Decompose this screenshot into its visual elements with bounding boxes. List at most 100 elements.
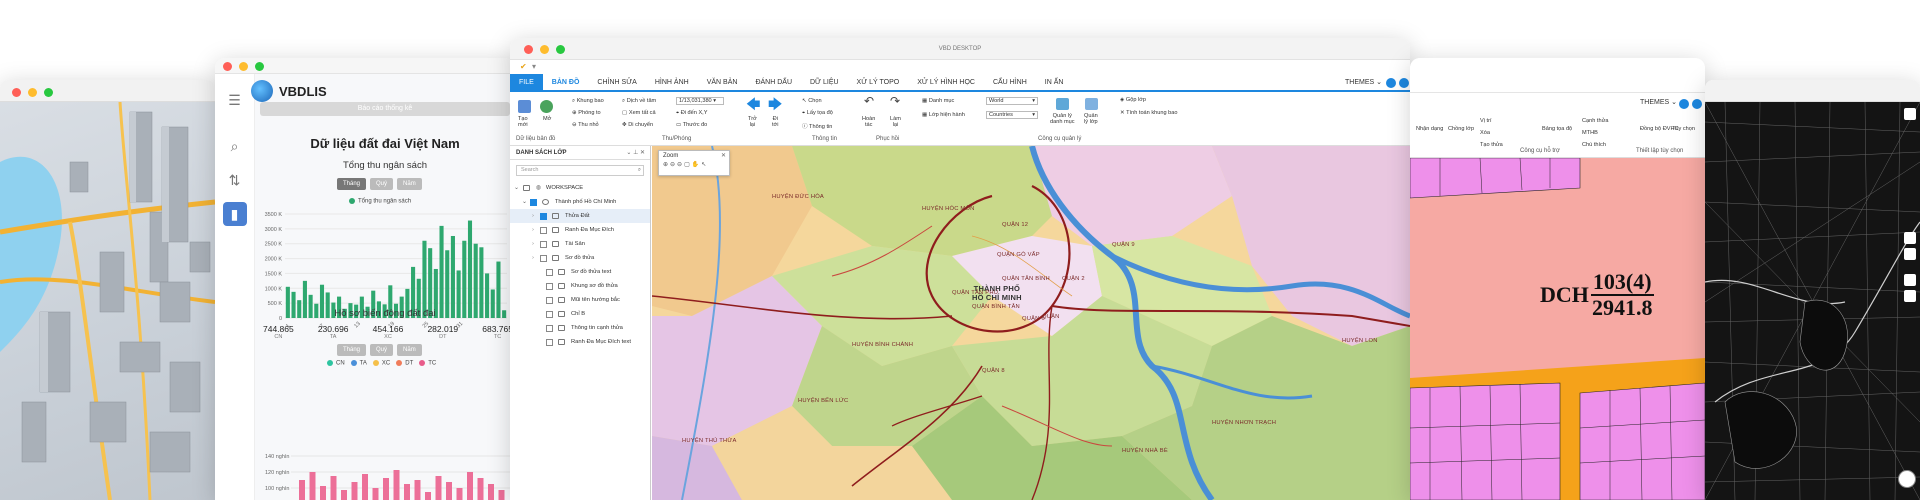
parcel-tool-button[interactable]: Vị trí [1480,118,1492,124]
new-map-icon[interactable] [518,100,531,113]
menu-tab[interactable]: BẢN ĐỒ [543,74,589,90]
current-layer-select[interactable]: Countries ▾ [986,111,1038,119]
pan-button[interactable]: ✥ Di chuyển [622,122,653,128]
changes-bar[interactable] [467,472,473,500]
cadastral-map[interactable]: DCH 103(4) 2941.8 [1410,158,1705,500]
layer-checkbox[interactable] [540,226,547,234]
legend-entry[interactable]: TA [350,360,367,367]
menu-tab[interactable]: CẤU HÌNH [984,74,1036,90]
merge-layer-button[interactable]: ◈ Gộp lớp [1120,97,1146,103]
legend-entry[interactable]: DT [396,360,413,367]
sort-icon[interactable]: ⇅ [223,168,247,192]
changes-bar[interactable] [477,478,484,500]
layer-checkbox[interactable] [540,212,547,220]
back-arrow-icon[interactable]: 🡄 [746,94,760,118]
expand-icon[interactable]: › [532,241,538,247]
changes-bar[interactable] [425,492,431,500]
layer-item[interactable]: Thông tin cạnh thửa [510,321,650,335]
menu-tab[interactable]: ĐÁNH DẤU [746,74,801,90]
tree-city[interactable]: ⌄ Thành phố Hồ Chí Minh [510,195,650,209]
changes-bar[interactable] [372,488,379,500]
legend-entry[interactable]: TC [419,360,436,367]
info-button[interactable]: ⓘ Thông tin [802,122,832,130]
expand-icon[interactable]: › [532,255,538,261]
qat-dropdown-icon[interactable]: ▾ [532,62,536,71]
layer-item[interactable]: › Tài Sản [510,237,650,251]
menu-tab[interactable]: FILE [510,74,543,90]
changes-bar[interactable] [362,474,368,500]
tab-quarter[interactable]: Quý [370,344,394,356]
maximize-button[interactable] [255,62,264,71]
parcel-tool-button[interactable]: Tạo thửa [1480,142,1503,148]
revenue-bar[interactable] [467,220,473,318]
menu-tab[interactable]: XỬ LÝ HÌNH HỌC [908,74,984,90]
city-3d-view[interactable] [0,102,215,500]
parcel-tool-button[interactable]: Xóa [1480,130,1490,136]
changes-bar[interactable] [414,480,421,500]
changes-bar[interactable] [309,472,316,500]
zoom-out-button[interactable] [1904,248,1916,260]
open-button[interactable]: Mở [543,116,551,122]
category-select[interactable]: World ▾ [986,97,1038,105]
minimize-button[interactable] [540,45,549,54]
changes-bar[interactable] [488,484,494,500]
parcel-tool-button[interactable]: Chú thích [1582,142,1606,148]
help-icon[interactable] [1386,78,1396,88]
changes-bar[interactable] [498,490,505,500]
layer-item[interactable]: Chỉ B [510,307,650,321]
zoom-widget[interactable]: Zoom ✕ ⊕⊖⊖▢✋↖ [658,150,730,176]
report-button[interactable]: Báo cáo thống kê [260,102,510,116]
themes-menu[interactable]: THEMES ⌄ [1640,98,1677,106]
layer-checkbox[interactable] [546,282,553,290]
changes-bar[interactable] [404,484,410,500]
legend-entry[interactable]: CN [327,360,345,367]
parcel-tool-button[interactable]: Tùy chọn [1672,126,1695,132]
minimize-button[interactable] [239,62,248,71]
expand-icon[interactable]: › [532,227,538,233]
layer-checkbox[interactable] [529,198,537,206]
layer-checkbox[interactable] [546,324,553,332]
revenue-bar[interactable] [450,235,455,318]
revenue-bar[interactable] [422,240,427,318]
layer-item[interactable]: › Thửa Đất [510,209,650,223]
changes-bar[interactable] [351,482,358,500]
new-button[interactable]: Tạo mới [518,116,528,128]
layer-item[interactable]: Khung sơ đồ thửa [510,279,650,293]
forward-button[interactable]: Đi tới [772,116,778,128]
manage-layer-button[interactable]: Quản lý lớp [1084,113,1098,125]
layer-item[interactable]: Mũi tên hướng bắc [510,293,650,307]
layer-checkbox[interactable] [546,310,553,318]
parcel-tool-button[interactable]: Nhận dạng [1416,126,1443,132]
fullscreen-button[interactable] [1904,274,1916,286]
ruler-button[interactable]: ▭ Thước đo [676,122,707,128]
menu-tab[interactable]: HÌNH ẢNH [646,74,698,90]
close-button[interactable] [223,62,232,71]
layer-checkbox[interactable] [540,240,547,248]
changes-bar[interactable] [383,478,389,500]
close-icon[interactable]: ✕ [721,152,726,159]
back-button[interactable]: Trở lại [748,116,757,128]
scale-select[interactable]: 1/13,031,380 ▾ [676,97,724,105]
tab-year[interactable]: Năm [397,178,422,190]
layer-checkbox[interactable] [546,338,553,346]
chart-icon[interactable]: ▮ [222,202,247,226]
goto-xy-button[interactable]: ⌖ Đi đến X,Y [676,110,707,117]
changes-bar[interactable] [435,476,442,500]
menu-tab[interactable]: VĂN BẢN [698,74,747,90]
map-canvas[interactable]: Zoom ✕ ⊕⊖⊖▢✋↖ THÀNH PHỐ HỒ CHÍ MINH HUYỆ… [652,146,1410,500]
revenue-bar[interactable] [439,225,444,318]
parcel-tool-button[interactable]: Bảng tọa độ [1542,126,1572,132]
search-icon[interactable]: ⌕ [223,134,247,158]
menu-tab[interactable]: CHỈNH SỬA [588,74,645,90]
tab-month[interactable]: Tháng [337,178,367,190]
menu-tab[interactable]: XỬ LÝ TOPO [848,74,909,90]
select-button[interactable]: ↖ Chọn [802,98,822,104]
revenue-bar[interactable] [473,243,478,318]
manage-category-button[interactable]: Quản lý danh mục [1050,113,1075,125]
layer-checkbox[interactable] [546,296,553,304]
pan-center-button[interactable]: ⌕ Dịch về tâm [622,98,656,105]
close-button[interactable] [524,45,533,54]
zoom-out-button[interactable]: ⊖ Thu nhỏ [572,122,599,128]
changes-bar[interactable] [393,470,400,500]
layer-checkbox[interactable] [546,268,553,276]
